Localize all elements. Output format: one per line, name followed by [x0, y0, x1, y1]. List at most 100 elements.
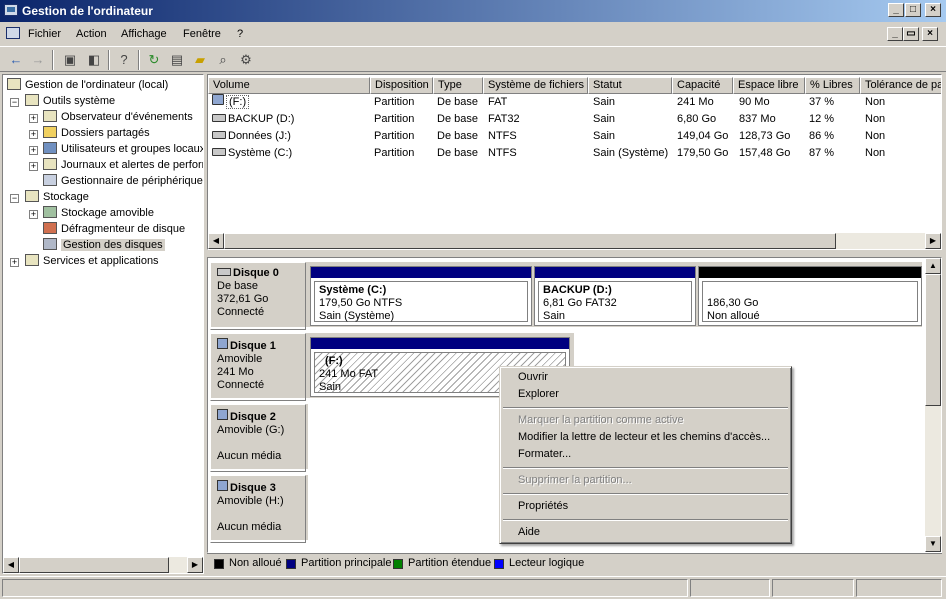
disk-info[interactable]: Disque 2 Amovible (G:) Aucun média: [210, 404, 306, 472]
column-header-type[interactable]: Type: [433, 77, 483, 94]
menu-separator: [503, 467, 788, 469]
tree-hscrollbar[interactable]: ◀ ▶: [3, 557, 203, 573]
disk-row[interactable]: Disque 0 De base 372,61 Go Connecté Syst…: [210, 262, 922, 330]
partition-unallocated[interactable]: 186,30 Go Non alloué: [698, 266, 922, 326]
collapse-toggle[interactable]: −: [10, 98, 19, 107]
column-header-percent-free[interactable]: % Libres: [805, 77, 860, 94]
disk-info[interactable]: Disque 1 Amovible 241 Mo Connecté: [210, 333, 306, 401]
scroll-thumb[interactable]: [19, 557, 169, 573]
close-button[interactable]: ×: [925, 3, 941, 17]
legend-swatch-logical: [494, 559, 504, 569]
expand-toggle[interactable]: +: [29, 162, 38, 171]
forward-arrow-icon[interactable]: →: [28, 50, 48, 70]
scroll-left-button[interactable]: ◀: [3, 557, 19, 573]
maximize-button[interactable]: □: [905, 3, 921, 17]
menu-item-properties[interactable]: Propriétés: [518, 498, 568, 515]
tree-item-stockage[interactable]: Stockage: [25, 189, 89, 205]
show-tree-icon[interactable]: ◧: [84, 50, 104, 70]
scroll-left-button[interactable]: ◀: [208, 233, 224, 249]
perf-logs-icon: [43, 158, 57, 170]
menu-item-explore[interactable]: Explorer: [518, 386, 559, 403]
partition-backup-d[interactable]: BACKUP (D:) 6,81 Go FAT32 Sain: [534, 266, 696, 326]
tree-item-users-groups[interactable]: Utilisateurs et groupes locaux: [43, 141, 203, 157]
primary-partition-bar: [311, 338, 569, 349]
disk-info[interactable]: Disque 3 Amovible (H:) Aucun média: [210, 475, 306, 543]
properties-icon[interactable]: ▤: [167, 50, 187, 70]
settings-icon[interactable]: ⚙: [236, 50, 256, 70]
menu-item-delete-partition: Supprimer la partition...: [518, 474, 632, 486]
expand-toggle[interactable]: +: [29, 210, 38, 219]
volume-list-hscrollbar[interactable]: ◀ ▶: [208, 233, 941, 249]
column-header-disposition[interactable]: Disposition: [370, 77, 433, 94]
console-icon[interactable]: [6, 27, 20, 39]
status-pane: [2, 579, 688, 597]
menu-fichier[interactable]: Fichier: [28, 28, 61, 40]
expand-toggle[interactable]: +: [29, 130, 38, 139]
removable-disk-icon: [217, 480, 228, 491]
legend-label: Non alloué: [229, 557, 282, 569]
primary-partition-bar: [535, 267, 695, 278]
column-header-capacity[interactable]: Capacité: [672, 77, 733, 94]
tree-item-root[interactable]: Gestion de l'ordinateur (local): [7, 77, 168, 93]
volume-list: Volume Disposition Type Système de fichi…: [207, 74, 942, 250]
tools-icon: [25, 94, 39, 106]
open-folder-icon[interactable]: ▰: [190, 50, 210, 70]
help-book-icon[interactable]: ?: [114, 50, 134, 70]
column-header-filesystem[interactable]: Système de fichiers: [483, 77, 588, 94]
removable-drive-icon: [212, 94, 224, 105]
scroll-thumb[interactable]: [925, 274, 941, 406]
menu-item-help[interactable]: Aide: [518, 524, 540, 541]
mdi-restore-button[interactable]: ▭: [903, 27, 919, 41]
status-bar: [0, 576, 946, 599]
tree-item-event-viewer[interactable]: Observateur d'événements: [43, 109, 193, 125]
toolbar: ← → ▣ ◧ ? ↻ ▤ ▰ ⌕ ⚙: [0, 46, 946, 72]
disk-view-vscrollbar[interactable]: ▲ ▼: [925, 258, 941, 552]
tree-item-device-manager[interactable]: Gestionnaire de périphériques: [43, 173, 203, 189]
back-arrow-icon[interactable]: ←: [6, 50, 26, 70]
minimize-button[interactable]: _: [888, 3, 904, 17]
menu-fenetre[interactable]: Fenêtre: [183, 28, 221, 40]
scroll-right-button[interactable]: ▶: [187, 557, 203, 573]
tree-item-outils-systeme[interactable]: Outils système: [25, 93, 115, 109]
menu-item-open[interactable]: Ouvrir: [518, 369, 548, 386]
scroll-right-button[interactable]: ▶: [925, 233, 941, 249]
tree-item-perf-logs[interactable]: Journaux et alertes de performance: [43, 157, 203, 173]
column-header-volume[interactable]: Volume: [208, 77, 370, 94]
menu-affichage[interactable]: Affichage: [121, 28, 167, 40]
device-manager-icon: [43, 174, 57, 186]
menu-bar: Fichier Action Affichage Fenêtre ? _ ▭ ×: [0, 24, 946, 44]
column-header-free-space[interactable]: Espace libre: [733, 77, 805, 94]
scroll-down-button[interactable]: ▼: [925, 536, 941, 552]
tree-item-disk-management[interactable]: Gestion des disques: [43, 237, 165, 253]
tree-item-shared-folders[interactable]: Dossiers partagés: [43, 125, 150, 141]
status-pane: [772, 579, 854, 597]
expand-toggle[interactable]: +: [10, 258, 19, 267]
scroll-up-button[interactable]: ▲: [925, 258, 941, 274]
refresh-icon[interactable]: ↻: [144, 50, 164, 70]
search-icon[interactable]: ⌕: [213, 50, 233, 70]
disk-info[interactable]: Disque 0 De base 372,61 Go Connecté: [210, 262, 306, 330]
tree-item-removable-storage[interactable]: Stockage amovible: [43, 205, 154, 221]
expand-toggle[interactable]: +: [29, 146, 38, 155]
mdi-minimize-button[interactable]: _: [887, 27, 903, 41]
expand-toggle[interactable]: +: [29, 114, 38, 123]
tree-item-services-apps[interactable]: Services et applications: [25, 253, 159, 269]
removable-disk-icon: [217, 409, 228, 420]
up-folder-icon[interactable]: ▣: [60, 50, 80, 70]
collapse-toggle[interactable]: −: [10, 194, 19, 203]
tree-item-defragmenter[interactable]: Défragmenteur de disque: [43, 221, 185, 237]
menu-item-format[interactable]: Formater...: [518, 446, 571, 463]
menu-item-change-drive-letter[interactable]: Modifier la lettre de lecteur et les che…: [518, 429, 770, 446]
column-header-status[interactable]: Statut: [588, 77, 672, 94]
column-header-fault-tolerance[interactable]: Tolérance de pannes: [860, 77, 941, 94]
mdi-close-button[interactable]: ×: [922, 27, 938, 41]
toolbar-separator: [52, 50, 54, 70]
legend-swatch-primary: [286, 559, 296, 569]
primary-partition-bar: [311, 267, 531, 278]
menu-action[interactable]: Action: [76, 28, 107, 40]
partition-system-c[interactable]: Système (C:) 179,50 Go NTFS Sain (Systèm…: [310, 266, 532, 326]
disk-management-icon: [43, 238, 57, 250]
drive-icon: [212, 148, 226, 156]
scroll-thumb[interactable]: [224, 233, 836, 249]
menu-help[interactable]: ?: [237, 28, 243, 40]
